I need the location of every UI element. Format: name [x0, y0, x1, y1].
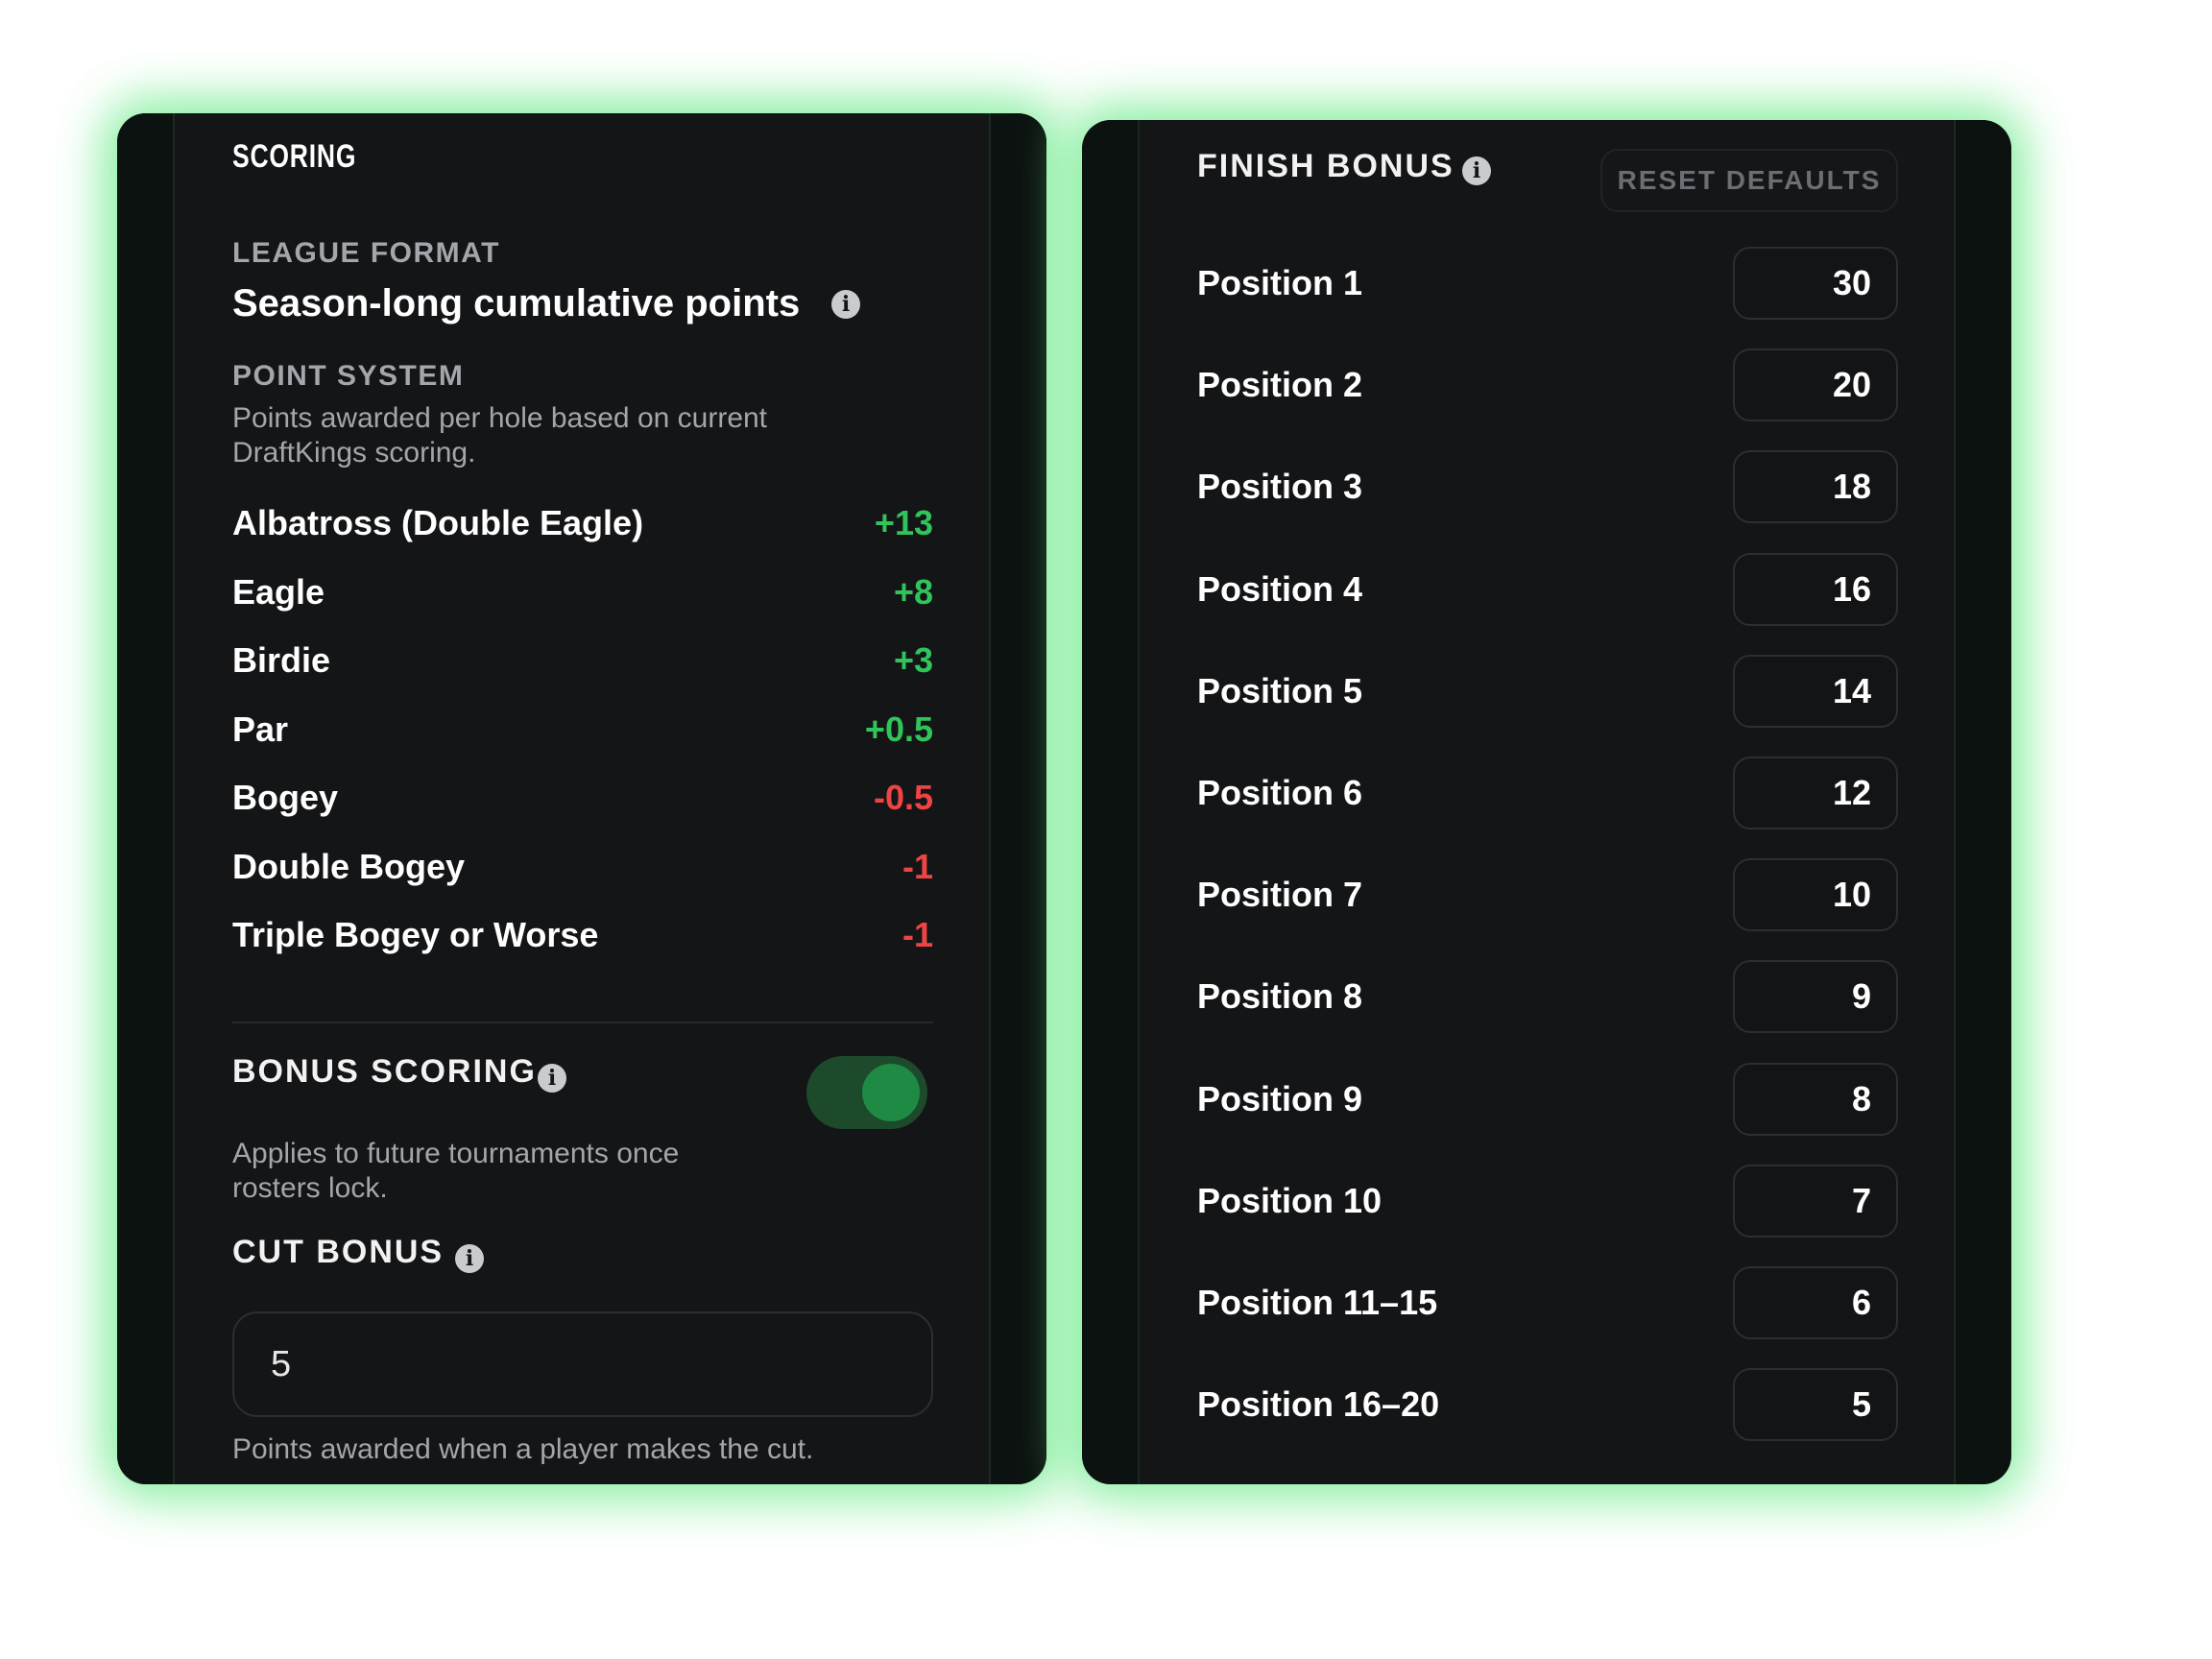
scoring-row-value: +8	[893, 571, 933, 612]
league-format-label: LEAGUE FORMAT	[232, 237, 500, 269]
scoring-row-value: -0.5	[873, 778, 933, 817]
bonus-scoring-description: Applies to future tournaments once roste…	[232, 1138, 680, 1204]
reset-defaults-button[interactable]: RESET DEFAULTS	[1600, 149, 1898, 212]
cut-bonus-input[interactable]: 5	[232, 1311, 933, 1417]
scoring-row-value: -1	[902, 915, 933, 954]
finish-position-label: Position 2	[1197, 365, 1363, 405]
scoring-row: Albatross (Double Eagle) +13	[232, 499, 933, 547]
finish-points-input[interactable]: 9	[1733, 960, 1898, 1034]
finish-position-label: Position 5	[1197, 670, 1363, 710]
finish-points-input[interactable]: 7	[1733, 1164, 1898, 1238]
finish-bonus-panel: FINISH BONUS i RESET DEFAULTS Position 1…	[1082, 120, 2011, 1484]
panel-edge-right	[989, 113, 1046, 1484]
panel-edge-left	[117, 113, 175, 1484]
scoring-row-label: Eagle	[232, 571, 325, 612]
finish-position-label: Position 11–15	[1197, 1283, 1438, 1322]
finish-points-input[interactable]: 8	[1733, 1062, 1898, 1136]
point-system-description: Points awarded per hole based on current…	[232, 402, 768, 469]
scoring-row: Double Bogey -1	[232, 843, 933, 891]
cut-bonus-label: CUT BONUS	[232, 1234, 445, 1270]
finish-points-input[interactable]: 10	[1733, 858, 1898, 932]
scoring-row-label: Albatross (Double Eagle)	[232, 503, 644, 542]
finish-points-input[interactable]: 20	[1733, 349, 1898, 422]
info-icon[interactable]: i	[831, 290, 860, 319]
info-icon[interactable]: i	[455, 1244, 484, 1273]
scoring-row: Birdie +3	[232, 637, 933, 685]
finish-position-label: Position 6	[1197, 773, 1363, 812]
cut-bonus-help: Points awarded when a player makes the c…	[232, 1433, 814, 1465]
finish-position-label: Position 9	[1197, 1078, 1363, 1118]
toggle-knob	[862, 1064, 920, 1121]
info-icon[interactable]: i	[538, 1064, 566, 1093]
scoring-row-value: +0.5	[864, 709, 933, 749]
scoring-row: Bogey -0.5	[232, 774, 933, 822]
scoring-row: Eagle +8	[232, 568, 933, 616]
scoring-row-value: +13	[874, 503, 933, 542]
point-system-label: POINT SYSTEM	[232, 360, 465, 392]
finish-points-input[interactable]: 12	[1733, 757, 1898, 830]
scoring-row: Triple Bogey or Worse -1	[232, 911, 933, 959]
info-icon[interactable]: i	[1462, 156, 1491, 185]
finish-points-input[interactable]: 30	[1733, 247, 1898, 320]
panel-edge-right	[1954, 120, 2011, 1484]
finish-points-input[interactable]: 6	[1733, 1266, 1898, 1339]
finish-position-label: Position 8	[1197, 976, 1363, 1017]
finish-position-label: Position 1	[1197, 263, 1363, 302]
finish-bonus-title: FINISH BONUS	[1197, 148, 1455, 184]
bonus-scoring-label: BONUS SCORING	[232, 1053, 537, 1090]
scoring-row-label: Par	[232, 709, 289, 749]
scoring-row-label: Triple Bogey or Worse	[232, 915, 599, 954]
scoring-row-label: Bogey	[232, 778, 339, 817]
scoring-row-value: -1	[902, 846, 933, 886]
scoring-row-value: +3	[893, 640, 933, 680]
scoring-panel: SCORING LEAGUE FORMAT Season-long cumula…	[117, 113, 1046, 1484]
finish-points-input[interactable]: 5	[1733, 1368, 1898, 1442]
finish-position-label: Position 16–20	[1197, 1384, 1440, 1425]
scoring-row-label: Birdie	[232, 640, 331, 680]
scoring-row: Par +0.5	[232, 706, 933, 754]
divider	[232, 1022, 933, 1023]
finish-position-label: Position 7	[1197, 875, 1363, 915]
finish-position-label: Position 10	[1197, 1180, 1382, 1220]
scoring-title: SCORING	[232, 138, 357, 175]
league-format-value: Season-long cumulative points	[232, 282, 801, 325]
finish-position-label: Position 3	[1197, 467, 1363, 507]
finish-points-input[interactable]: 14	[1733, 654, 1898, 728]
bonus-scoring-toggle[interactable]	[806, 1056, 927, 1129]
scoring-row-label: Double Bogey	[232, 846, 466, 886]
finish-position-label: Position 4	[1197, 568, 1363, 609]
finish-points-input[interactable]: 18	[1733, 450, 1898, 524]
finish-points-input[interactable]: 16	[1733, 552, 1898, 626]
panel-edge-left	[1082, 120, 1140, 1484]
